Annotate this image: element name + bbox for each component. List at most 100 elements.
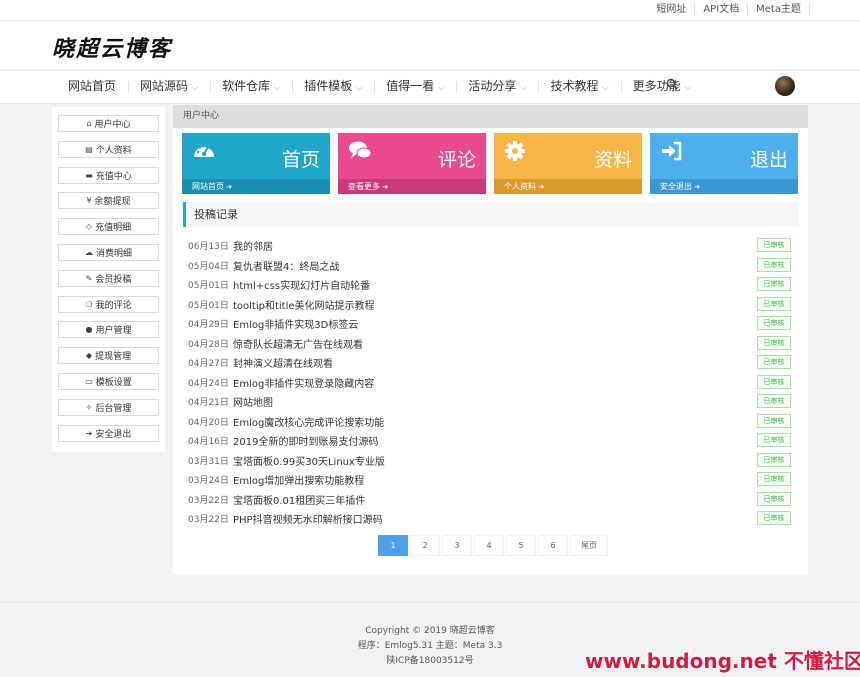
sidebar-item[interactable]: ➜ 安全退出	[58, 424, 159, 442]
comments-icon	[348, 140, 372, 162]
post-title-link[interactable]: Emlog魔改核心完成评论搜索功能	[233, 414, 384, 429]
top-link[interactable]: 短网址	[648, 3, 696, 16]
stat-tile[interactable]: 退出安全退出 ➔	[650, 133, 798, 194]
post-row[interactable]: 04月28日 惊奇队长超清无广告在线观看 已审核	[188, 335, 792, 353]
main-content: 用户中心 首页 网站首页 ➔ 评论 查看更多 ➔ 资料 个人资料 ➔ 退出 安全退出 ➔ 投稿…	[173, 105, 808, 575]
post-date: 03月31日	[188, 456, 229, 467]
page-button[interactable]: 5	[506, 535, 536, 556]
sidebar-item[interactable]: ¥ 余额提现	[58, 192, 159, 210]
sidebar-item[interactable]: ⌂ 用户中心	[58, 115, 159, 132]
tile-footer-label: 个人资料	[504, 182, 536, 191]
post-row[interactable]: 06月13日 我的邻居 已审核	[188, 237, 792, 255]
post-title-link[interactable]: 网站地图	[233, 394, 273, 409]
top-link[interactable]: Meta主题	[748, 3, 810, 16]
page-button[interactable]: 1	[378, 535, 408, 556]
post-title-link[interactable]: 惊奇队长超清无广告在线观看	[233, 336, 363, 351]
site-logo[interactable]: 晓超云博客	[52, 31, 172, 63]
tile-title: 退出	[749, 149, 788, 171]
post-title-link[interactable]: 我的邻居	[233, 238, 273, 253]
sidebar-item[interactable]: ▭ 模板设置	[58, 373, 159, 390]
sidebar-item[interactable]: ✎ 会员投稿	[58, 269, 159, 287]
status-badge: 已审核	[757, 374, 791, 389]
id-card-icon: ▤	[85, 144, 93, 154]
post-row[interactable]: 03月24日 Emlog增加弹出搜索功能教程 已审核	[188, 471, 792, 489]
post-row[interactable]: 04月21日 网站地图 已审核	[188, 393, 792, 411]
arrow-circle-icon: ➔	[380, 183, 389, 191]
edit-icon: ✎	[85, 273, 93, 283]
post-date: 03月24日	[188, 476, 229, 486]
page-button[interactable]: 6	[538, 535, 568, 556]
post-row[interactable]: 05月04日 复仇者联盟4：终局之战 已审核	[188, 257, 792, 275]
nav-item-label: 活动分享	[468, 79, 517, 93]
sidebar-item[interactable]: ☁ 消费明细	[58, 244, 159, 261]
post-row[interactable]: 03月22日 PHP抖音视频无水印解析接口源码 已审核	[188, 510, 792, 528]
stat-tile[interactable]: 资料 个人资料 ➔	[494, 133, 642, 194]
status-badge: 已审核	[757, 316, 791, 330]
page-button[interactable]: 3	[442, 535, 472, 556]
post-date: 04月28日	[188, 339, 229, 350]
sidebar-item[interactable]: ● 用户管理	[58, 321, 159, 339]
sidebar-item[interactable]: ◇ 充值明细	[58, 218, 159, 236]
nav-item-label: 值得一看	[386, 79, 435, 93]
nav-item[interactable]: 网站首页	[56, 71, 128, 103]
post-title-link[interactable]: tooltip和title美化网站提示教程	[233, 297, 375, 312]
monitor-icon: ▭	[85, 377, 93, 386]
post-title-link[interactable]: 宝塔面板0.01租团买三年插件	[233, 492, 365, 507]
page-button[interactable]: 2	[410, 535, 440, 556]
tile-footer-link[interactable]: 网站首页 ➔	[182, 179, 330, 194]
post-row[interactable]: 05月01日 html+css实现幻灯片自动轮番 已审核	[188, 276, 792, 294]
nav-item-label: 技术教程	[550, 79, 599, 93]
post-title-link[interactable]: html+css实现幻灯片自动轮番	[233, 277, 370, 292]
post-title-link[interactable]: Emlog非插件实现登录隐藏内容	[233, 375, 374, 390]
nav-item[interactable]: 技术教程 ⌵	[538, 71, 620, 103]
sidebar-item[interactable]: ▬ 充值中心	[58, 166, 159, 184]
arrow-circle-icon: ➔	[224, 183, 233, 191]
post-row[interactable]: 04月27日 封神演义超清在线观看 已审核	[188, 354, 792, 372]
status-badge: 已审核	[757, 511, 791, 525]
post-row[interactable]: 04月20日 Emlog魔改核心完成评论搜索功能 已审核	[188, 413, 792, 431]
sidebar-item[interactable]: ❍ 我的评论	[58, 295, 159, 313]
nav-item-label: 网站源码	[140, 79, 189, 93]
tile-footer-link[interactable]: 安全退出 ➔	[650, 179, 798, 194]
chevron-down-icon: ⌵	[520, 83, 527, 92]
post-title-link[interactable]: Emlog增加弹出搜索功能教程	[233, 472, 364, 487]
post-date: 05月01日	[188, 281, 229, 291]
nav-item[interactable]: 更多功能 ⌵	[620, 71, 703, 103]
post-title-link[interactable]: 复仇者联盟4：终局之战	[233, 258, 339, 273]
post-row[interactable]: 04月29日 Emlog非插件实现3D标签云 已审核	[188, 315, 792, 333]
stat-tile[interactable]: 首页 网站首页 ➔	[182, 133, 330, 194]
post-row[interactable]: 04月16日 2019全新的即时到账易支付源码 已审核	[188, 432, 792, 450]
user-avatar[interactable]	[775, 76, 795, 96]
post-date: 04月20日	[188, 417, 229, 428]
chevron-down-icon: ⌵	[274, 83, 281, 92]
sidebar-item-label: 我的评论	[95, 300, 132, 311]
post-title-link[interactable]: 2019全新的即时到账易支付源码	[233, 433, 378, 448]
post-title-link[interactable]: Emlog非插件实现3D标签云	[233, 316, 358, 331]
nav-item[interactable]: 值得一看 ⌵	[374, 71, 456, 103]
post-row[interactable]: 04月24日 Emlog非插件实现登录隐藏内容 已审核	[188, 374, 792, 392]
nav-item[interactable]: 软件仓库 ⌵	[210, 71, 292, 103]
nav-item[interactable]: 网站源码 ⌵	[128, 71, 210, 103]
tile-footer-link[interactable]: 个人资料 ➔	[494, 179, 642, 194]
sidebar-item-label: 余额提现	[94, 197, 131, 208]
sidebar-item[interactable]: ✧ 后台管理	[58, 398, 159, 416]
stat-tile[interactable]: 评论 查看更多 ➔	[338, 133, 486, 194]
last-page-button[interactable]: 尾页	[570, 535, 608, 556]
post-title-link[interactable]: 宝塔面板0.99买30天Linux专业版	[233, 453, 385, 468]
sidebar-item[interactable]: ▤ 个人资料	[58, 140, 159, 158]
post-date: 06月13日	[188, 242, 229, 252]
post-row[interactable]: 03月31日 宝塔面板0.99买30天Linux专业版 已审核	[188, 452, 792, 470]
sidebar-item[interactable]: ◆ 提现管理	[58, 347, 159, 365]
top-link[interactable]: API文档	[695, 3, 749, 16]
post-row[interactable]: 05月01日 tooltip和title美化网站提示教程 已审核	[188, 296, 792, 314]
post-title-link[interactable]: 封神演义超清在线观看	[233, 355, 333, 370]
post-title-link[interactable]: PHP抖音视频无水印解析接口源码	[233, 511, 383, 526]
nav-item[interactable]: 插件模板 ⌵	[292, 71, 374, 103]
arrow-circle-icon: ➔	[536, 183, 545, 191]
tile-footer-link[interactable]: 查看更多 ➔	[338, 179, 486, 194]
status-badge: 已审核	[757, 335, 791, 350]
search-icon[interactable]	[666, 78, 678, 90]
page-button[interactable]: 4	[474, 535, 504, 556]
post-row[interactable]: 03月22日 宝塔面板0.01租团买三年插件 已审核	[188, 491, 792, 509]
nav-item[interactable]: 活动分享 ⌵	[456, 71, 538, 103]
